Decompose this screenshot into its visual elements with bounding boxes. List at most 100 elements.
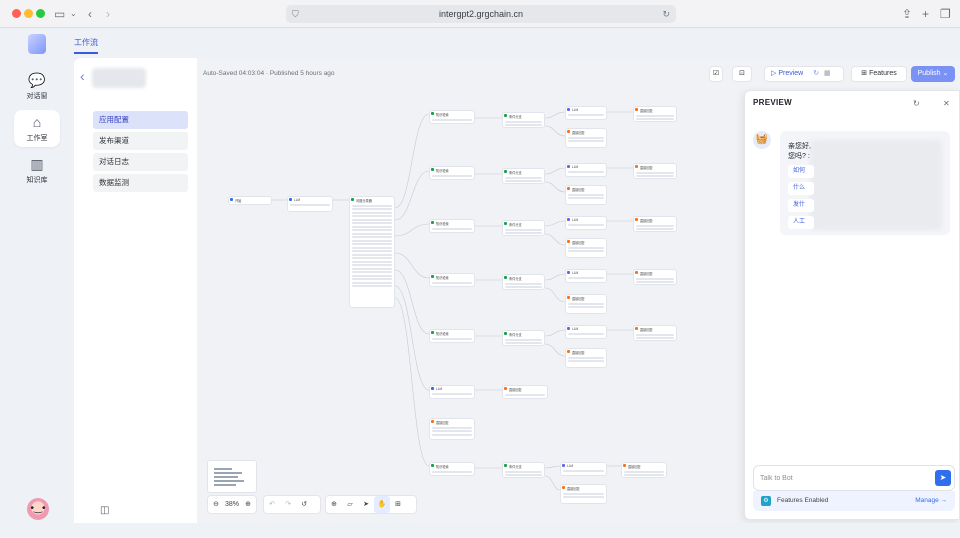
answer-node[interactable]: 直接回复 <box>633 163 677 179</box>
suggested-question[interactable]: 人工 <box>788 216 814 229</box>
condition-node[interactable]: 条件分支 <box>502 462 545 478</box>
note-icon[interactable]: ▱ <box>342 496 358 513</box>
answer-node[interactable]: 直接回复 <box>633 325 677 341</box>
classifier-node[interactable]: 问题分类器 <box>349 196 395 308</box>
manage-link[interactable]: Manage → <box>915 497 947 504</box>
nav-item-studio[interactable]: ⌂ 工作室 <box>14 110 60 147</box>
condition-node[interactable]: 条件分支 <box>502 112 545 128</box>
greeting-line: 亲您好, <box>788 143 811 150</box>
left-nav: 💬 对话窗 ⌂ 工作室 ▥ 知识库 •‿• <box>0 28 74 538</box>
send-button[interactable]: ➤ <box>935 470 951 486</box>
zoom-controls: ⊖ 38% ⊕ <box>207 495 257 514</box>
bot-message: 亲您好, 您吗? : 如何 什么 发什 人工 <box>780 131 950 235</box>
knowledge-node[interactable]: 知识检索 <box>429 273 475 287</box>
llm-node[interactable]: LLM <box>429 385 475 399</box>
suggested-question[interactable]: 什么 <box>788 182 814 195</box>
condition-node[interactable]: 条件分支 <box>502 330 545 346</box>
menu-item-app-config[interactable]: 应用配置 <box>93 111 188 129</box>
minimize-window-button[interactable] <box>24 9 33 18</box>
features-bar: ⚙ Features Enabled Manage → <box>753 491 955 511</box>
zoom-window-button[interactable] <box>36 9 45 18</box>
answer-node[interactable]: 直接回复 <box>565 185 607 205</box>
condition-node[interactable]: 条件分支 <box>502 168 545 184</box>
zoom-out-icon[interactable]: ⊖ <box>208 496 224 513</box>
close-icon[interactable]: ✕ <box>943 99 950 108</box>
share-icon[interactable]: ⇪ <box>902 5 912 23</box>
answer-node[interactable]: 直接回复 <box>633 106 677 122</box>
tab-workflow[interactable]: 工作流 <box>74 37 98 54</box>
llm-node[interactable]: LLM <box>287 196 333 212</box>
answer-node[interactable]: 直接回复 <box>429 418 475 440</box>
add-node-icon[interactable]: ⊕ <box>326 496 342 513</box>
chat-input-box: ➤ <box>753 465 955 491</box>
llm-node[interactable]: LLM <box>565 216 607 230</box>
studio-icon: ⌂ <box>32 114 42 130</box>
menu-item-monitoring[interactable]: 数据监测 <box>93 174 188 192</box>
books-icon: ▥ <box>30 156 44 172</box>
redo-icon[interactable]: ↷ <box>280 496 296 513</box>
knowledge-node[interactable]: 知识检索 <box>429 219 475 233</box>
condition-node[interactable]: 条件分支 <box>502 274 545 290</box>
chevron-right-icon[interactable]: › <box>106 5 110 23</box>
chat-input[interactable] <box>754 466 924 490</box>
suggested-question[interactable]: 发什 <box>788 199 814 212</box>
undo-icon[interactable]: ↶ <box>264 496 280 513</box>
knowledge-node[interactable]: 知识检索 <box>429 110 475 124</box>
llm-node[interactable]: LLM <box>565 163 607 177</box>
menu-item-publish-channel[interactable]: 发布渠道 <box>93 132 188 150</box>
start-node[interactable]: 开始 <box>228 196 272 205</box>
minimap[interactable] <box>207 460 257 493</box>
nav-item-knowledge[interactable]: ▥ 知识库 <box>14 156 60 185</box>
app-settings-panel: ‹ 应用配置 发布渠道 对话日志 数据监测 ◫ <box>74 58 197 523</box>
back-icon[interactable]: ‹ <box>80 68 85 84</box>
nav-item-chat[interactable]: 💬 对话窗 <box>14 72 60 101</box>
zoom-in-icon[interactable]: ⊕ <box>240 496 256 513</box>
tabs-icon[interactable]: ❐ <box>940 5 951 23</box>
sidebar-icon[interactable]: ▭ <box>54 5 65 23</box>
panel-toggle-icon[interactable]: ◫ <box>100 505 109 516</box>
new-tab-icon[interactable]: + <box>922 5 929 23</box>
llm-node[interactable]: LLM <box>560 462 607 476</box>
answer-node[interactable]: 直接回复 <box>633 216 677 232</box>
hand-icon[interactable]: ✋ <box>374 496 390 513</box>
zoom-level: 38% <box>224 501 239 508</box>
preview-panel: PREVIEW ↻ ✕ 🧺 亲您好, 您吗? : 如何 什么 发什 人工 ➤ ⚙… <box>744 90 960 520</box>
user-avatar[interactable]: •‿• <box>27 498 49 520</box>
llm-node[interactable]: LLM <box>565 269 607 283</box>
chevron-down-icon[interactable]: ⌄ <box>70 5 77 23</box>
reload-icon[interactable]: ↻ <box>662 5 670 23</box>
knowledge-node[interactable]: 知识检索 <box>429 462 475 476</box>
answer-node[interactable]: 直接回复 <box>633 269 677 285</box>
pointer-icon[interactable]: ➤ <box>358 496 374 513</box>
condition-node[interactable]: 条件分支 <box>502 220 545 236</box>
close-window-button[interactable] <box>12 9 21 18</box>
bot-avatar: 🧺 <box>753 131 771 149</box>
suggested-question[interactable]: 如何 <box>788 165 814 178</box>
redacted-content <box>810 140 942 230</box>
browser-chrome: ▭ ⌄ ‹ › ⛉ intergpt2.grgchain.cn ↻ ⇪ + ❐ <box>0 0 960 28</box>
chat-icon: 💬 <box>28 72 46 88</box>
app-logo <box>28 34 46 54</box>
llm-node[interactable]: LLM <box>565 106 607 120</box>
answer-node[interactable]: 直接回复 <box>565 128 607 148</box>
menu-item-chat-logs[interactable]: 对话日志 <box>93 153 188 171</box>
history-icon[interactable]: ↺ <box>296 496 312 513</box>
canvas-tools: ⊕ ▱ ➤ ✋ ⊞ <box>325 495 417 514</box>
answer-node[interactable]: 直接回复 <box>565 294 607 314</box>
chevron-left-icon[interactable]: ‹ <box>88 5 92 23</box>
address-bar[interactable]: ⛉ intergpt2.grgchain.cn ↻ <box>286 5 676 23</box>
top-tabs: 工作流 <box>74 28 960 58</box>
answer-node[interactable]: 直接回复 <box>565 348 607 368</box>
knowledge-node[interactable]: 知识检索 <box>429 166 475 180</box>
bottom-strip <box>74 523 960 538</box>
preview-title: PREVIEW <box>753 98 792 107</box>
restart-icon[interactable]: ↻ <box>913 99 920 108</box>
knowledge-node[interactable]: 知识检索 <box>429 329 475 343</box>
answer-node[interactable]: 直接回复 <box>560 484 607 504</box>
layout-icon[interactable]: ⊞ <box>390 496 406 513</box>
answer-node[interactable]: 直接回复 <box>502 385 548 399</box>
answer-node[interactable]: 直接回复 <box>565 238 607 258</box>
features-enabled-label: Features Enabled <box>777 497 829 504</box>
llm-node[interactable]: LLM <box>565 325 607 339</box>
answer-node[interactable]: 直接回复 <box>621 462 667 478</box>
